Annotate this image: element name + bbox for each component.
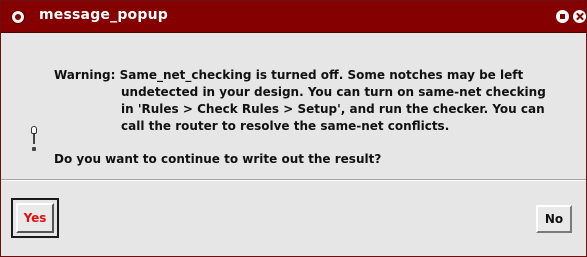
title-bar[interactable]: message_popup	[1, 1, 586, 33]
window-title: message_popup	[39, 7, 168, 23]
message-line-2: undetected in your design. You can turn …	[121, 85, 546, 99]
yes-button[interactable]: Yes	[16, 203, 54, 233]
no-button[interactable]: No	[536, 205, 572, 233]
button-bar: Yes No	[1, 181, 586, 256]
window-menu-icon[interactable]	[11, 10, 25, 24]
message-popup-window: message_popup Warning: Same_net_checking…	[0, 0, 587, 257]
message-line-4: call the router to resolve the same-net …	[121, 119, 450, 133]
close-icon[interactable]	[573, 10, 586, 23]
message-area: Warning: Same_net_checking is turned off…	[1, 33, 586, 177]
minimize-icon[interactable]	[556, 10, 569, 23]
message-line-1: Warning: Same_net_checking is turned off…	[54, 68, 524, 82]
confirmation-question: Do you want to continue to write out the…	[54, 152, 382, 166]
message-line-3: in 'Rules > Check Rules > Setup', and ru…	[121, 102, 545, 116]
exclamation-icon	[31, 126, 37, 152]
